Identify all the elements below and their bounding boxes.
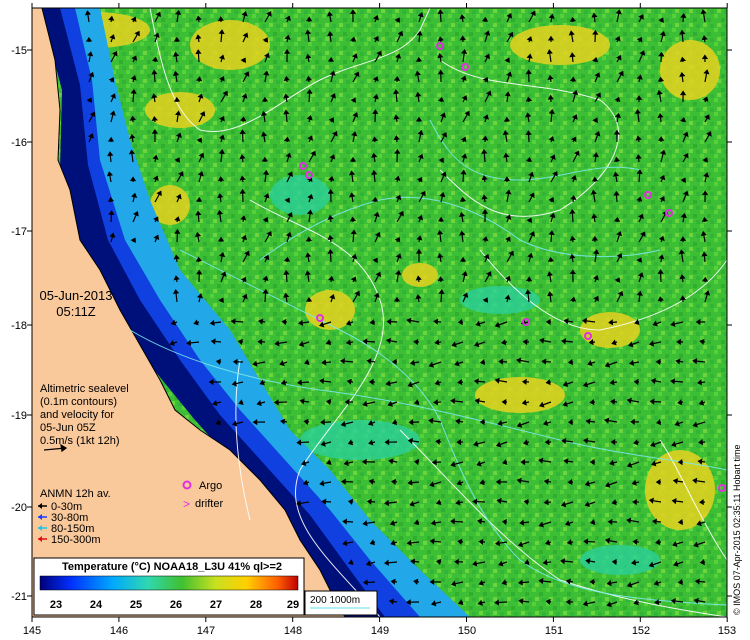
- svg-text:25: 25: [130, 599, 142, 611]
- map-area: [31, 7, 728, 618]
- drifter-legend-icon: >: [183, 497, 190, 511]
- svg-text:0.5m/s (1kt 12h): 0.5m/s (1kt 12h): [40, 435, 119, 447]
- svg-text:151: 151: [545, 625, 563, 637]
- svg-text:-21: -21: [11, 591, 27, 603]
- svg-text:05-Jun 05Z: 05-Jun 05Z: [40, 422, 96, 434]
- svg-text:Altimetric sealevel: Altimetric sealevel: [40, 383, 129, 395]
- drifter-legend-label: drifter: [195, 498, 223, 510]
- svg-text:153: 153: [718, 625, 736, 637]
- svg-text:-18: -18: [11, 320, 27, 332]
- svg-text:149: 149: [371, 625, 389, 637]
- lon-axis: 145 146 147 148 149 150 151 152 153: [23, 625, 736, 637]
- sst-map: 05-Jun-2013 05:11Z Altimetric sealevel (…: [11, 3, 742, 637]
- svg-text:146: 146: [110, 625, 128, 637]
- svg-text:-15: -15: [11, 45, 27, 57]
- svg-text:150: 150: [458, 625, 476, 637]
- svg-text:152: 152: [632, 625, 650, 637]
- svg-text:-19: -19: [11, 410, 27, 422]
- svg-text:(0.1m contours): (0.1m contours): [40, 396, 117, 408]
- isobath-legend-label: 200 1000m: [310, 595, 360, 606]
- anmn-title: ANMN 12h av.: [40, 488, 111, 500]
- svg-text:-17: -17: [11, 226, 27, 238]
- svg-text:148: 148: [284, 625, 302, 637]
- colorbar-ramp: [39, 575, 299, 591]
- date-label: 05-Jun-2013: [40, 288, 113, 303]
- svg-text:24: 24: [90, 599, 103, 611]
- svg-text:-20: -20: [11, 502, 27, 514]
- lat-axis: -15 -16 -17 -18 -19 -20 -21: [11, 45, 27, 603]
- svg-text:150-300m: 150-300m: [51, 534, 101, 546]
- svg-text:147: 147: [197, 625, 215, 637]
- svg-text:and velocity for: and velocity for: [40, 409, 114, 421]
- credit-text: © IMOS 07-Apr-2015 02:35:11 Hobart time: [732, 444, 742, 615]
- svg-text:145: 145: [23, 625, 41, 637]
- svg-text:26: 26: [170, 599, 182, 611]
- svg-text:27: 27: [210, 599, 222, 611]
- argo-legend-label: Argo: [199, 480, 222, 492]
- time-label: 05:11Z: [56, 304, 96, 319]
- svg-text:23: 23: [50, 599, 62, 611]
- colorbar-title: Temperature (°C) NOAA18_L3U 41% ql>=2: [62, 561, 282, 573]
- svg-text:28: 28: [250, 599, 262, 611]
- svg-text:29: 29: [287, 599, 299, 611]
- svg-text:-16: -16: [11, 137, 27, 149]
